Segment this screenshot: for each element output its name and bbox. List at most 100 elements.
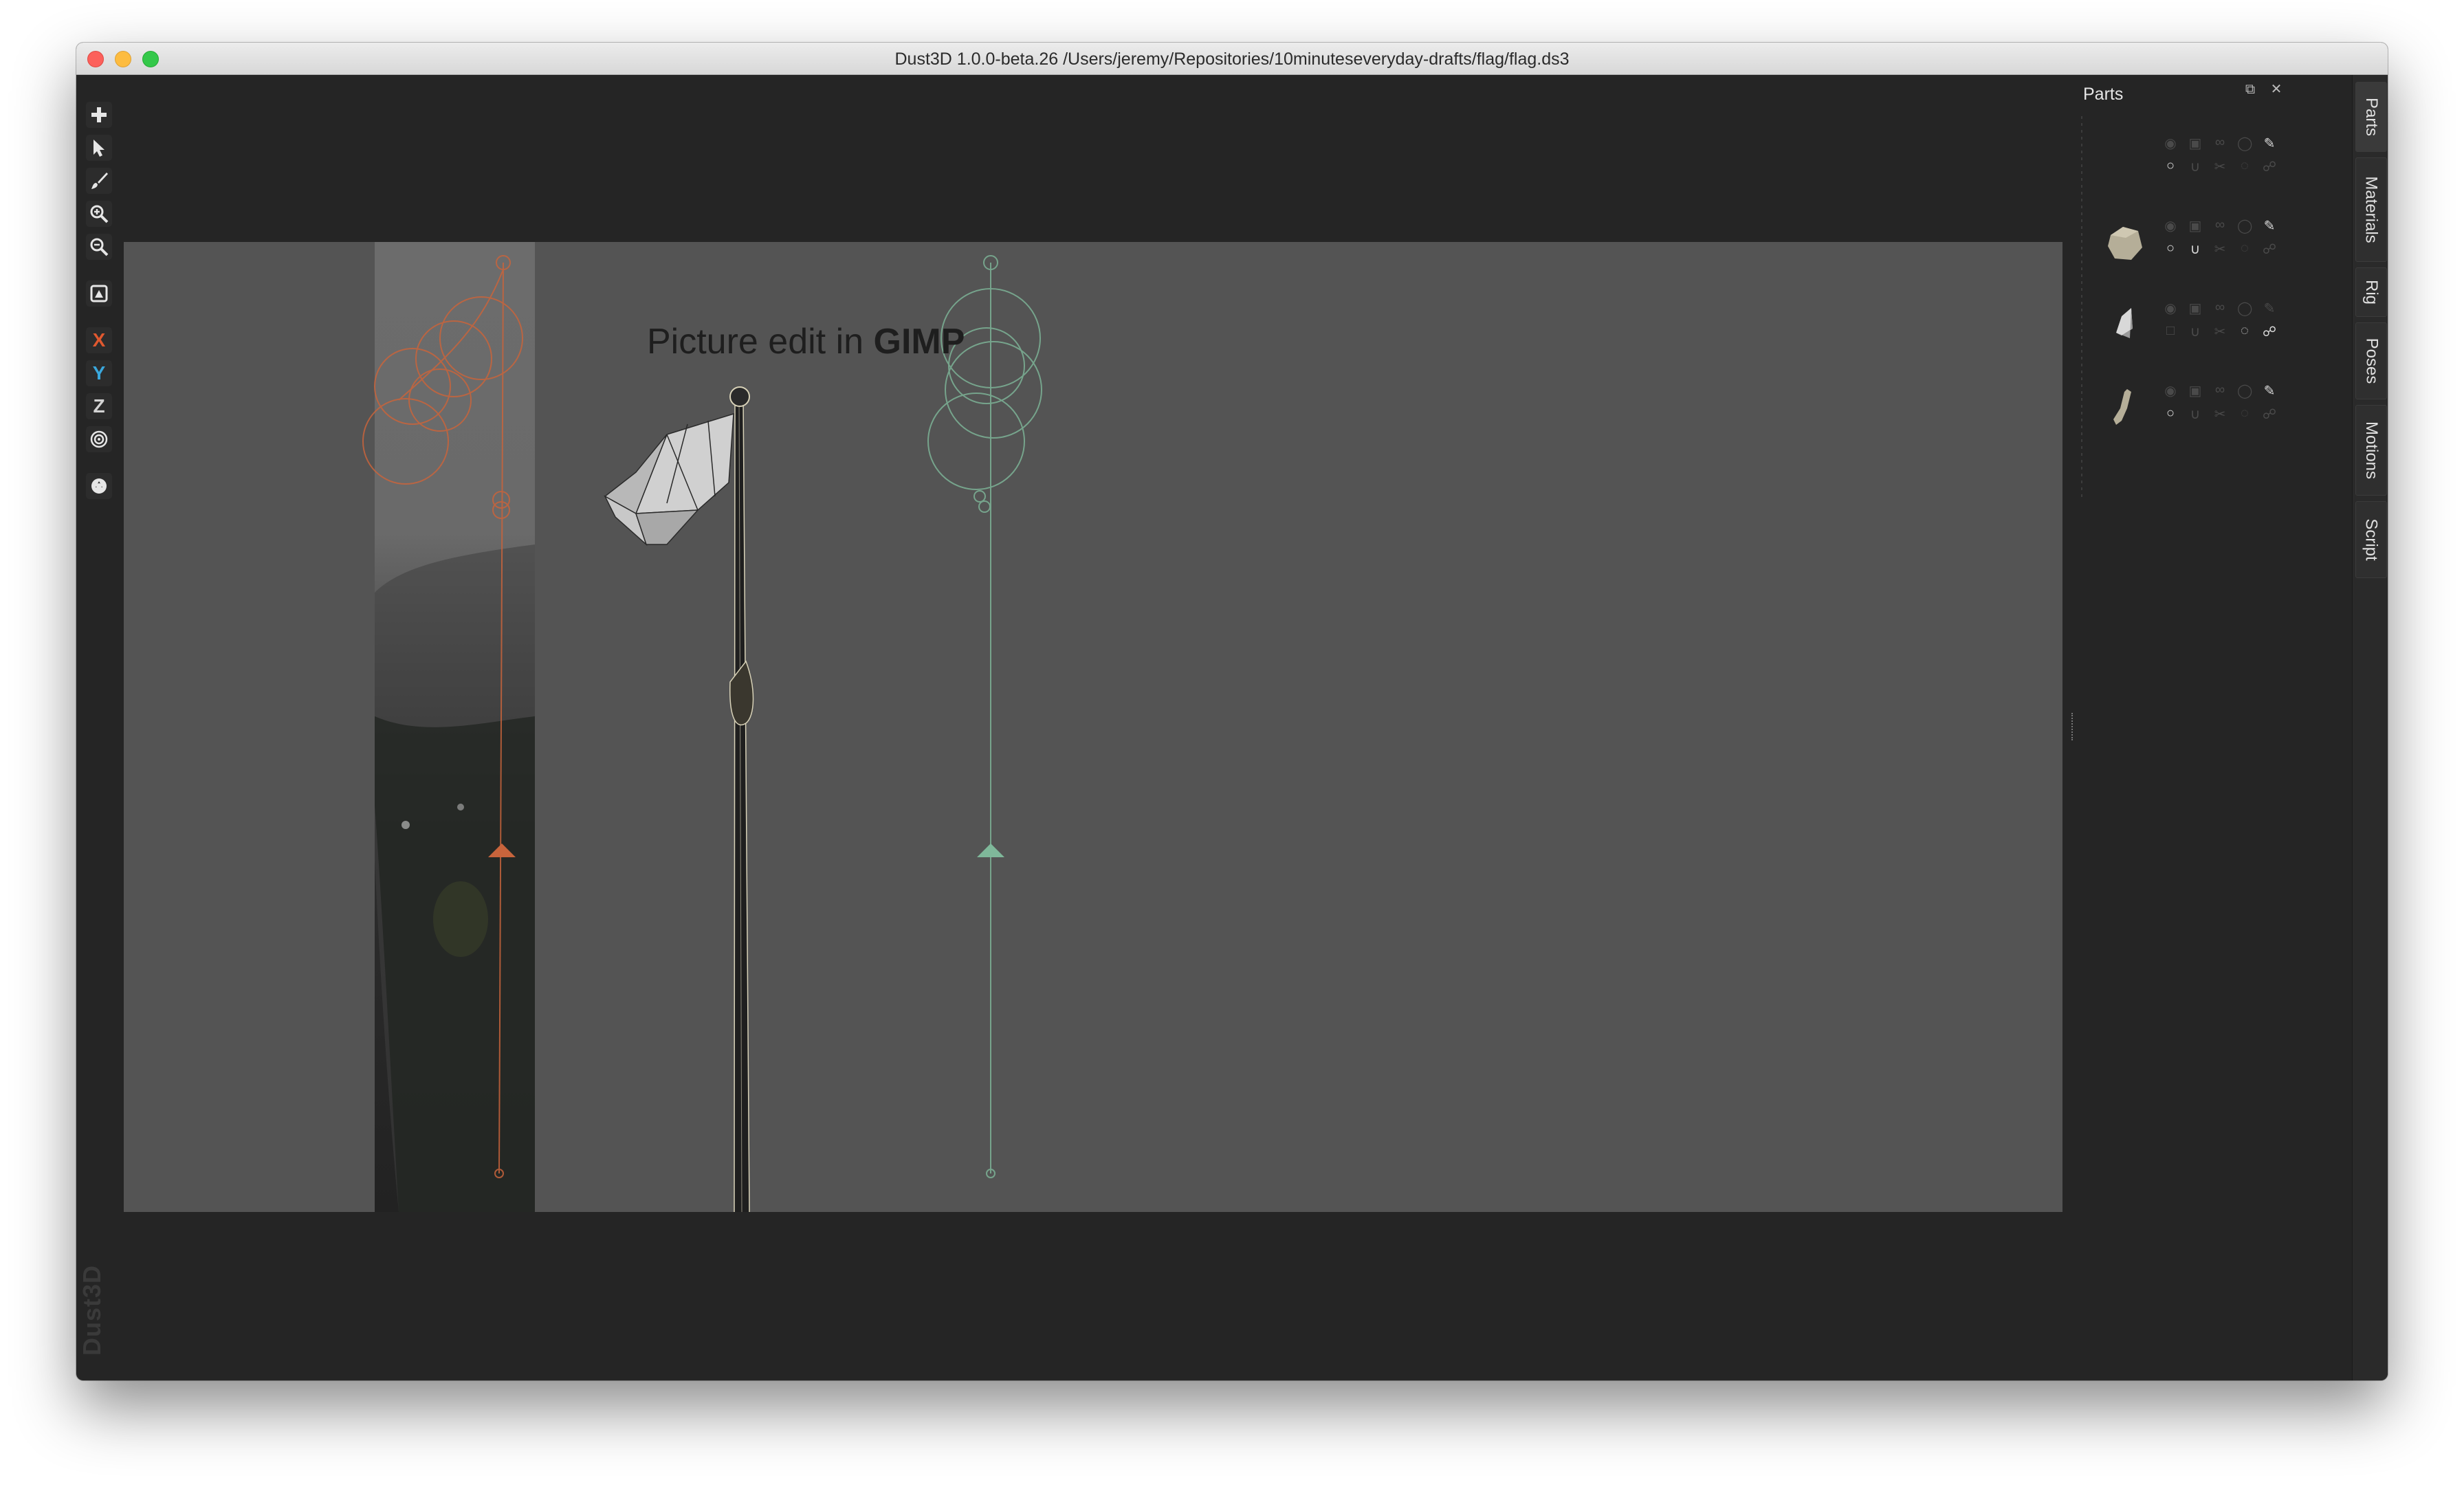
- tab-poses[interactable]: Poses: [2355, 322, 2387, 399]
- tab-rig[interactable]: Rig: [2355, 267, 2387, 317]
- cut-icon[interactable]: ✂: [2212, 241, 2228, 258]
- rounded-icon[interactable]: ◌: [2237, 323, 2252, 340]
- z-axis-lock-button[interactable]: Z: [86, 393, 112, 419]
- part-item-flag[interactable]: ◉ ▣ ∞ ◯ ✎ □ ∪ ✂ ◌ ☍: [2087, 291, 2280, 360]
- part-item-root[interactable]: ◉ ▣ ∞ ◯ ✎ ○ ∪ ✂ ◌ ☍: [2087, 126, 2280, 195]
- part-thumbnail: [2116, 308, 2133, 338]
- float-icon[interactable]: ⧉: [2243, 82, 2258, 97]
- app-logo: Dust3D: [78, 1264, 106, 1356]
- mirror-icon[interactable]: ∪: [2188, 158, 2203, 175]
- add-node-button[interactable]: [86, 102, 112, 128]
- part-item-toggles-bottom: ○ ∪ ✂ ◌ ☍: [2163, 241, 2277, 258]
- overlay-caption-bold: GIMP: [873, 322, 965, 362]
- axis-y-label: Y: [92, 362, 106, 384]
- mirror-icon[interactable]: ∪: [2188, 323, 2203, 340]
- tab-poses-label: Poses: [2362, 338, 2382, 384]
- link-icon[interactable]: ∞: [2212, 382, 2228, 399]
- x-axis-lock-button[interactable]: X: [86, 327, 112, 353]
- part-item-toggles-bottom: □ ∪ ✂ ◌ ☍: [2163, 323, 2277, 340]
- lock-icon[interactable]: ▣: [2188, 135, 2203, 152]
- deform-icon[interactable]: ◯: [2237, 300, 2252, 317]
- part-item-pole[interactable]: ◉ ▣ ∞ ◯ ✎ ○ ∪ ✂ ◌ ☍: [2087, 374, 2280, 443]
- part-item-toggles-top: ◉ ▣ ∞ ◯ ✎: [2163, 382, 2277, 399]
- model-viewport[interactable]: Picture edit in GIMP: [124, 242, 2062, 1212]
- pointer-icon: [94, 140, 104, 157]
- parts-panel-title: Parts: [2083, 85, 2124, 104]
- zoom-out-button[interactable]: [86, 234, 112, 260]
- tab-motions-label: Motions: [2362, 421, 2382, 480]
- y-axis-lock-button[interactable]: Y: [86, 360, 112, 386]
- tab-script-label: Script: [2362, 518, 2382, 561]
- link-icon[interactable]: ∞: [2212, 135, 2228, 152]
- color-picker-icon[interactable]: ✎: [2262, 300, 2277, 317]
- subdivide-icon[interactable]: ○: [2163, 158, 2178, 175]
- regenerate-button[interactable]: [86, 473, 112, 499]
- part-item-toggles-top: ◉ ▣ ∞ ◯ ✎: [2163, 300, 2277, 317]
- tab-rig-label: Rig: [2362, 279, 2381, 305]
- front-origin-marker: [488, 843, 516, 857]
- subdivide-icon[interactable]: ○: [2163, 406, 2178, 423]
- chamfer-icon[interactable]: ☍: [2262, 406, 2277, 423]
- lock-icon[interactable]: ▣: [2188, 300, 2203, 317]
- part-item-toggles-top: ◉ ▣ ∞ ◯ ✎: [2163, 135, 2277, 152]
- radius-lock-button[interactable]: [86, 426, 112, 452]
- rounded-icon[interactable]: ◌: [2237, 241, 2252, 258]
- select-tool-button[interactable]: [86, 135, 112, 161]
- chamfer-icon[interactable]: ☍: [2262, 241, 2277, 258]
- color-picker-icon[interactable]: ✎: [2262, 217, 2277, 234]
- radius-icon: [90, 430, 108, 448]
- lock-icon[interactable]: ▣: [2188, 382, 2203, 399]
- visibility-icon[interactable]: ◉: [2163, 135, 2178, 152]
- visibility-icon[interactable]: ◉: [2163, 217, 2178, 234]
- flag-cloth-mesh: [604, 412, 734, 547]
- zoom-in-icon: [90, 205, 109, 223]
- app-window: Dust3D 1.0.0-beta.26 /Users/jeremy/Repos…: [76, 43, 2388, 1380]
- part-item-toggles-top: ◉ ▣ ∞ ◯ ✎: [2163, 217, 2277, 234]
- visibility-icon[interactable]: ◉: [2163, 382, 2178, 399]
- deform-icon[interactable]: ◯: [2237, 135, 2252, 152]
- part-item-toggles-bottom: ○ ∪ ✂ ◌ ☍: [2163, 406, 2277, 423]
- link-icon[interactable]: ∞: [2212, 217, 2228, 234]
- reset-view-button[interactable]: [86, 280, 112, 307]
- chamfer-icon[interactable]: ☍: [2262, 158, 2277, 175]
- cut-icon[interactable]: ✂: [2212, 323, 2228, 340]
- paint-tool-button[interactable]: [86, 168, 112, 194]
- color-picker-icon[interactable]: ✎: [2262, 135, 2277, 152]
- flag-pole-mesh: [729, 386, 754, 1212]
- side-view-nodes: [927, 255, 1042, 1178]
- axis-x-label: X: [92, 329, 106, 351]
- mirror-icon[interactable]: ∪: [2188, 406, 2203, 423]
- window-title: Dust3D 1.0.0-beta.26 /Users/jeremy/Repos…: [894, 49, 1570, 69]
- lock-icon[interactable]: ▣: [2188, 217, 2203, 234]
- part-thumbnail: [2108, 227, 2142, 260]
- brush-icon: [91, 173, 108, 189]
- tab-parts[interactable]: Parts: [2355, 82, 2387, 152]
- tab-materials[interactable]: Materials: [2355, 157, 2387, 262]
- scene-canvas: [362, 255, 1042, 1212]
- rounded-icon[interactable]: ◌: [2237, 406, 2252, 423]
- tab-script[interactable]: Script: [2355, 501, 2387, 578]
- overlay-caption-plain: Picture edit in: [647, 322, 874, 362]
- zoom-out-icon: [90, 238, 109, 256]
- parts-panel: Parts ⧉ ✕ ◉ ▣ ∞ ◯ ✎ ○ ∪ ✂ ◌ ☍ ◉ ▣ ∞ ◯ ✎ ○ ∪ ✂ ◌ ☍ ◉ ▣ ∞ ◯ ✎: [2074, 75, 2284, 1380]
- deform-icon[interactable]: ◯: [2237, 217, 2252, 234]
- close-icon[interactable]: ✕: [2269, 82, 2284, 97]
- subdivide-icon[interactable]: □: [2163, 323, 2178, 340]
- link-icon[interactable]: ∞: [2212, 300, 2228, 317]
- overlay-caption: Picture edit in GIMP: [647, 321, 965, 362]
- color-picker-icon[interactable]: ✎: [2262, 382, 2277, 399]
- part-thumbnail: [2113, 389, 2131, 425]
- rounded-icon[interactable]: ◌: [2237, 158, 2252, 175]
- subdivide-icon[interactable]: ○: [2163, 241, 2178, 258]
- cut-icon[interactable]: ✂: [2212, 406, 2228, 423]
- visibility-icon[interactable]: ◉: [2163, 300, 2178, 317]
- zoom-in-button[interactable]: [86, 201, 112, 227]
- parts-tree-line: [2081, 116, 2082, 501]
- mirror-icon[interactable]: ∪: [2188, 241, 2203, 258]
- chamfer-icon[interactable]: ☍: [2262, 323, 2277, 340]
- deform-icon[interactable]: ◯: [2237, 382, 2252, 399]
- tab-parts-label: Parts: [2362, 97, 2382, 137]
- part-item-rock[interactable]: ◉ ▣ ∞ ◯ ✎ ○ ∪ ✂ ◌ ☍: [2087, 209, 2280, 278]
- tab-motions[interactable]: Motions: [2355, 405, 2387, 496]
- cut-icon[interactable]: ✂: [2212, 158, 2228, 175]
